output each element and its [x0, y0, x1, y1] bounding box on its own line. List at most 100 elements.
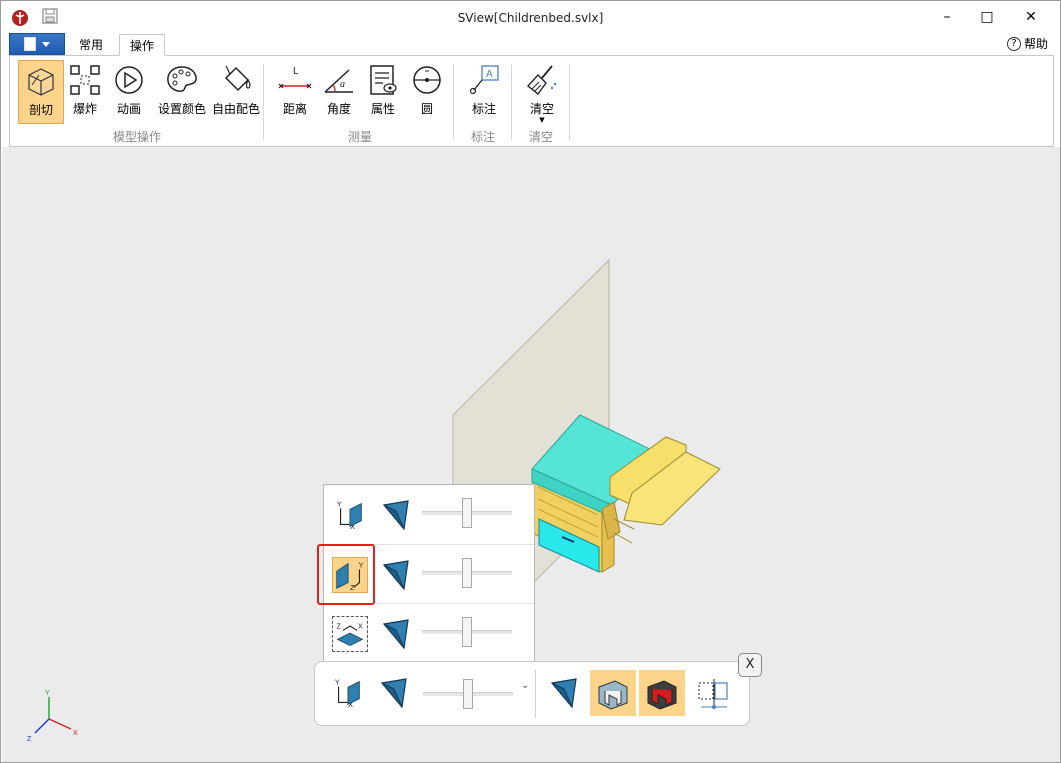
toolbar-slider[interactable]: [423, 679, 513, 709]
section-direction-icon: [550, 678, 577, 709]
circle-measure-label: 圆: [420, 102, 433, 116]
play-icon: [115, 66, 143, 94]
maximize-button[interactable]: □: [967, 5, 1007, 29]
plane-xy-slider[interactable]: [422, 498, 512, 528]
show-section-cap-button[interactable]: [639, 670, 685, 716]
svg-text:X: X: [358, 623, 363, 631]
section-cut-icon: [28, 68, 54, 96]
chevron-down-icon: [42, 41, 50, 47]
window-title: SView[Childrenbed.svlx]: [457, 11, 604, 25]
distance-button[interactable]: L 距离: [272, 60, 318, 124]
section-plane-toggle-button[interactable]: [690, 670, 736, 716]
dropdown-chevron-icon[interactable]: ⌄: [521, 680, 529, 691]
close-toolbar-button[interactable]: X: [738, 653, 762, 677]
help-label: 帮助: [1024, 37, 1049, 51]
plane-xy-button[interactable]: Y X: [332, 497, 368, 533]
tab-common[interactable]: 常用: [69, 34, 113, 56]
toolbar-plane-button[interactable]: Y X: [325, 670, 371, 716]
svg-text:Y: Y: [45, 690, 50, 697]
group-label-measure: 测量: [348, 130, 373, 144]
tab-operations[interactable]: 操作: [119, 34, 166, 56]
section-direction-icon[interactable]: [382, 559, 410, 591]
file-menu-button[interactable]: [9, 33, 65, 55]
properties-label: 属性: [370, 102, 395, 116]
show-section-fill-button[interactable]: [590, 670, 636, 716]
section-direction-icon: [380, 678, 407, 709]
properties-button[interactable]: 属性: [360, 60, 406, 124]
svg-text:a: a: [340, 79, 345, 90]
properties-icon: [370, 65, 397, 95]
angle-icon: a: [324, 69, 353, 93]
slider-thumb[interactable]: [462, 558, 472, 588]
animation-label: 动画: [116, 102, 141, 116]
close-button[interactable]: ✕: [1011, 5, 1051, 29]
slider-thumb[interactable]: [463, 679, 473, 709]
clear-button[interactable]: 清空 ▼: [519, 60, 565, 124]
plane-xz-icon: Z X: [336, 623, 364, 647]
group-label-annotation: 标注: [471, 130, 496, 144]
document-icon: [24, 37, 36, 51]
group-label-clear: 清空: [529, 130, 554, 144]
section-cut-label: 剖切: [28, 103, 53, 117]
ribbon-separator: [263, 64, 264, 140]
plane-xz-slider[interactable]: [422, 617, 512, 647]
free-color-label: 自由配色: [211, 102, 260, 116]
broom-icon: [526, 65, 557, 96]
annotation-label: 标注: [471, 102, 496, 116]
plane-xz-button[interactable]: Z X: [332, 616, 368, 652]
svg-text:Z: Z: [337, 623, 342, 631]
chevron-down-icon: ▼: [539, 116, 545, 124]
selection-highlight: [317, 544, 375, 605]
ribbon: 剖切 爆炸 动画 设置颜色 自由配色 模型操作 L 距离 a 角度 属性 圆 测…: [9, 55, 1054, 147]
set-color-button[interactable]: 设置颜色: [154, 60, 210, 124]
section-direction-icon[interactable]: [382, 499, 410, 531]
plane-toggle-icon: [698, 679, 728, 709]
plane-row-xy: Y X: [324, 485, 534, 544]
slider-thumb[interactable]: [462, 498, 472, 528]
group-label-model-ops: 模型操作: [113, 130, 162, 144]
angle-button[interactable]: a 角度: [316, 60, 362, 124]
set-color-label: 设置颜色: [157, 102, 206, 116]
section-cap-icon: [647, 680, 677, 710]
section-cut-button[interactable]: 剖切: [18, 60, 64, 124]
title-bar: SView[Childrenbed.svlx] – □ ✕: [1, 1, 1060, 33]
annotation-button[interactable]: A 标注: [461, 60, 507, 124]
annotation-icon: A: [469, 65, 499, 95]
distance-icon: L: [278, 66, 312, 89]
palette-icon: [167, 66, 197, 92]
plane-yz-slider[interactable]: [422, 558, 512, 588]
slider-thumb[interactable]: [462, 617, 472, 647]
help-button[interactable]: ? 帮助: [1007, 35, 1048, 52]
svg-text:Y: Y: [337, 500, 342, 509]
explode-button[interactable]: 爆炸: [62, 60, 108, 124]
explode-icon: [70, 65, 100, 95]
reverse-direction-button[interactable]: [541, 670, 587, 716]
distance-label: 距离: [282, 102, 307, 116]
svg-text:X: X: [73, 730, 78, 737]
circle-measure-icon: [413, 66, 441, 94]
svg-text:Y: Y: [335, 678, 340, 687]
section-direction-icon[interactable]: [382, 618, 410, 650]
app-window: SView[Childrenbed.svlx] – □ ✕ 常用 操作 ? 帮助…: [0, 0, 1061, 763]
paint-bucket-icon: [224, 65, 251, 92]
free-color-button[interactable]: 自由配色: [208, 60, 264, 124]
svg-text:A: A: [486, 69, 493, 80]
help-icon: ?: [1007, 36, 1021, 51]
section-toolbar: Y X ⌄: [314, 661, 750, 726]
toolbar-direction-button[interactable]: [371, 670, 417, 716]
svg-text:L: L: [293, 66, 299, 77]
toolbar-separator: [535, 670, 536, 718]
ribbon-separator: [511, 64, 512, 140]
section-fill-icon: [598, 680, 628, 710]
clear-label: 清空: [529, 102, 554, 116]
minimize-button[interactable]: –: [927, 5, 967, 29]
plane-xy-icon: Y X: [337, 500, 362, 531]
animation-button[interactable]: 动画: [106, 60, 152, 124]
plane-row-xz: Z X: [324, 603, 534, 662]
axis-triad: Y Z X: [27, 690, 78, 743]
plane-xy-icon: Y X: [335, 678, 360, 709]
circle-measure-button[interactable]: 圆: [404, 60, 450, 124]
explode-label: 爆炸: [72, 102, 97, 116]
ribbon-separator: [569, 64, 570, 140]
ribbon-separator: [453, 64, 454, 140]
